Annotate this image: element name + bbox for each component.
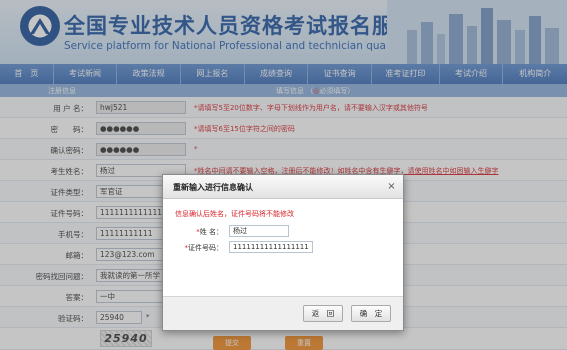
close-icon[interactable]: × (386, 181, 397, 192)
dialog-titlebar: 重新输入进行信息确认 × (163, 175, 403, 199)
dialog-warning: 信息确认后姓名，证件号码将不能修改 (175, 210, 294, 218)
dialog-title: 重新输入进行信息确认 (173, 183, 253, 192)
confirm-info-dialog: 重新输入进行信息确认 × 信息确认后姓名，证件号码将不能修改 *姓 名： 杨过 … (162, 174, 404, 331)
dialog-id-label: *证件号码： (184, 244, 224, 252)
dialog-footer: 返 回 确 定 (163, 296, 403, 330)
dialog-name-input[interactable]: 杨过 (229, 225, 289, 237)
dialog-id-input[interactable]: 11111111111111111 (229, 241, 313, 253)
dialog-name-label: *姓 名： (196, 228, 223, 236)
confirm-button[interactable]: 确 定 (351, 305, 391, 322)
back-button[interactable]: 返 回 (303, 305, 343, 322)
